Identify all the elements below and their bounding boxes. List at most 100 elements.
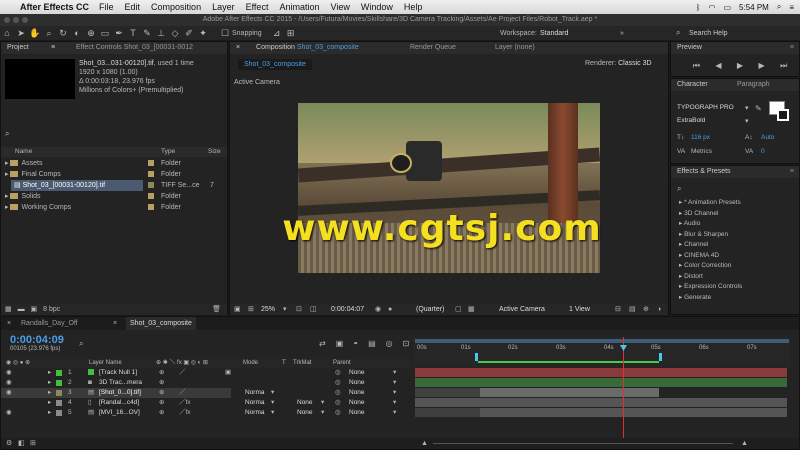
shy-icon[interactable]: ◓: [353, 339, 358, 348]
help-search-input[interactable]: Search Help: [689, 30, 728, 37]
list-item[interactable]: ▸ Audio: [671, 219, 799, 230]
pan-behind-tool-icon[interactable]: ⊕: [84, 27, 98, 39]
font-family-select[interactable]: TYPOGRAPH PRO: [677, 104, 755, 111]
show-channel-icon[interactable]: ●: [388, 304, 392, 315]
track-bar[interactable]: [415, 388, 480, 397]
expand-icon[interactable]: ▸: [48, 388, 51, 398]
list-icon[interactable]: ≡: [789, 3, 794, 12]
list-item[interactable]: ▸ Distort: [671, 272, 799, 283]
camera-tool-icon[interactable]: ◐: [70, 27, 84, 39]
roi-icon[interactable]: ▢: [455, 304, 462, 315]
motion-blur-icon[interactable]: ◎: [386, 339, 393, 348]
list-item[interactable]: ▸ Solids Folder: [1, 191, 227, 202]
time-ruler[interactable]: 00s 01s 02s 03s 04s 05s 06s 07s: [413, 337, 791, 367]
column-t[interactable]: T: [282, 359, 286, 368]
column-type[interactable]: Type: [161, 147, 175, 157]
tab-randalls-day-off[interactable]: Randalls_Day_Off: [21, 317, 78, 330]
comp-mini-flowchart-icon[interactable]: ⇄: [319, 339, 326, 348]
workspace-menu-icon[interactable]: »: [620, 30, 624, 37]
renderer-info[interactable]: Renderer: Classic 3D: [585, 60, 652, 67]
list-item[interactable]: ▸ * Animation Presets: [671, 198, 799, 209]
mode-dropdown-icon[interactable]: ▾: [271, 398, 274, 408]
frame-blending-icon[interactable]: ▤: [368, 339, 376, 348]
column-name[interactable]: Name: [15, 147, 32, 157]
first-frame-icon[interactable]: ⏮: [693, 61, 700, 71]
app-menu[interactable]: After Effects CC: [20, 2, 89, 12]
pen-tool-icon[interactable]: ✒: [112, 27, 126, 39]
quality-switch-icon[interactable]: ／: [179, 388, 186, 398]
tab-project[interactable]: Project: [7, 44, 29, 51]
next-frame-icon[interactable]: ▶: [758, 61, 764, 71]
toggle-modes-icon[interactable]: ◧: [18, 438, 25, 449]
bluetooth-icon[interactable]: ᛒ: [696, 3, 701, 12]
parent-dropdown-icon[interactable]: ▾: [393, 388, 396, 398]
play-icon[interactable]: ▶: [737, 61, 743, 71]
shy-switch-icon[interactable]: ⊕: [159, 388, 164, 398]
minimize-window-button[interactable]: [13, 17, 19, 23]
layer-row[interactable]: ▸ 4 ▯ [Randal...c4d] ⊕ ／fx Norma ▾ None …: [1, 398, 396, 408]
font-style-select[interactable]: ExtraBold: [677, 117, 705, 124]
zoom-window-button[interactable]: [22, 17, 28, 23]
parent-dropdown-icon[interactable]: ▾: [393, 378, 396, 388]
close-window-button[interactable]: [4, 17, 10, 23]
leading-value[interactable]: Auto: [761, 134, 774, 141]
menu-animation[interactable]: Animation: [279, 2, 319, 12]
eye-icon[interactable]: ◉: [6, 408, 12, 418]
eye-icon[interactable]: ◉: [6, 368, 12, 378]
parent-dropdown-icon[interactable]: ▾: [393, 408, 396, 418]
clone-tool-icon[interactable]: ⊥: [154, 27, 168, 39]
mask-visibility-icon[interactable]: ◫: [310, 304, 317, 315]
mask-tool-icon[interactable]: ▭: [98, 27, 112, 39]
menu-view[interactable]: View: [330, 2, 349, 12]
bpc-indicator[interactable]: 8 bpc: [43, 306, 60, 313]
work-area-bar[interactable]: [415, 339, 789, 343]
kerning-value[interactable]: Metrics: [691, 148, 712, 155]
mode-dropdown-icon[interactable]: ▾: [271, 388, 274, 398]
home-icon[interactable]: ⌂: [0, 27, 14, 39]
menu-layer[interactable]: Layer: [212, 2, 235, 12]
expand-icon[interactable]: ▸: [48, 408, 51, 418]
parent-dropdown-icon[interactable]: ▾: [393, 368, 396, 378]
list-item[interactable]: ▸ Generate: [671, 293, 799, 304]
tab-paragraph[interactable]: Paragraph: [737, 79, 770, 91]
transparency-grid-icon[interactable]: ▦: [468, 304, 475, 315]
menu-effect[interactable]: Effect: [246, 2, 269, 12]
eraser-tool-icon[interactable]: ◇: [168, 27, 182, 39]
track-bar[interactable]: [480, 408, 787, 417]
snapshot-icon[interactable]: ◉: [375, 304, 381, 315]
layer-row[interactable]: ◉ ▸ 3 ▤ [Shot_0...0].tif] ⊕ ／ Norma ▾ ◎ …: [1, 388, 396, 398]
zoom-tool-icon[interactable]: ⌕: [42, 27, 56, 39]
in-point-marker[interactable]: [475, 353, 478, 361]
flowchart-icon[interactable]: ⊕: [643, 304, 649, 315]
timeline-timecode[interactable]: 0:00:04:09: [10, 334, 64, 346]
column-mode[interactable]: Mode: [243, 359, 258, 368]
fx-switch-icon[interactable]: ／fx: [179, 398, 191, 408]
expand-icon[interactable]: ▸: [48, 378, 51, 388]
list-item[interactable]: ▸ Color Correction: [671, 261, 799, 272]
new-folder-icon[interactable]: ▬: [18, 306, 25, 313]
pickwhip-icon[interactable]: ◎: [335, 368, 341, 378]
out-point-marker[interactable]: [659, 353, 662, 361]
shy-switch-icon[interactable]: ⊕: [159, 408, 164, 418]
trkmat-dropdown-icon[interactable]: ▾: [321, 398, 324, 408]
close-tab-icon[interactable]: ×: [113, 317, 117, 330]
font-dropdown-icon[interactable]: ▾: [745, 104, 749, 112]
grid-icon[interactable]: ⊞: [248, 304, 254, 315]
layer-row[interactable]: ◉ ▸ 5 ▤ [MVI_16...OV] ⊕ ／fx Norma ▾ None…: [1, 408, 396, 418]
view-select[interactable]: Active Camera: [499, 304, 545, 315]
roto-brush-tool-icon[interactable]: ✐: [182, 27, 196, 39]
viewer-timecode[interactable]: 0:00:04:07: [331, 304, 364, 315]
list-item[interactable]: ▸ Assets Folder: [1, 158, 227, 169]
brush-tool-icon[interactable]: ✎: [140, 27, 154, 39]
battery-icon[interactable]: ▭: [723, 3, 731, 12]
safe-zones-icon[interactable]: ⊡: [296, 304, 302, 315]
menu-composition[interactable]: Composition: [151, 2, 201, 12]
exposure-icon[interactable]: ◑: [657, 304, 661, 315]
list-item[interactable]: ▸ CINEMA 4D: [671, 251, 799, 262]
list-item[interactable]: ▸ Working Comps Folder: [1, 202, 227, 213]
menu-file[interactable]: File: [99, 2, 114, 12]
timeline-toggle-icon[interactable]: ▤: [629, 304, 636, 315]
type-tool-icon[interactable]: T: [126, 27, 140, 39]
snapping-checkbox[interactable]: ☐: [218, 27, 232, 39]
track-bar[interactable]: [415, 398, 787, 407]
